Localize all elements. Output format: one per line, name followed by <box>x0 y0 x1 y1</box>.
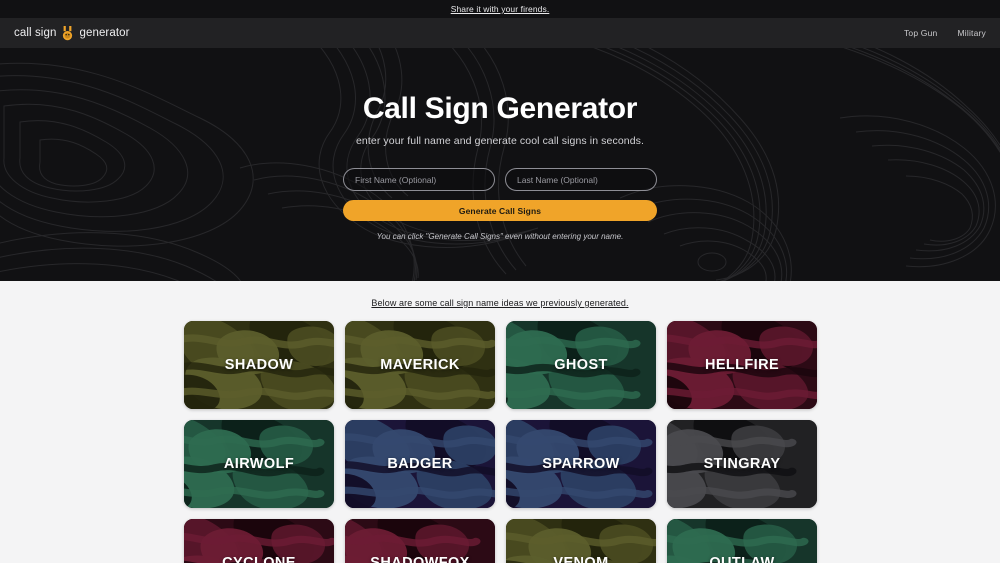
nav-item-top-gun[interactable]: Top Gun <box>904 28 938 38</box>
hero-section: Call Sign Generator enter your full name… <box>0 48 1000 281</box>
call-sign-grid: SHADOW MAVERICK GHOST HELLFIRE AIRWOLF BADGER… <box>184 321 817 563</box>
main-nav: Top Gun Military <box>904 28 986 38</box>
form-hint: You can click "Generate Call Signs" even… <box>376 232 624 241</box>
call-sign-label: HELLFIRE <box>704 357 780 373</box>
call-sign-label: VENOM <box>553 555 609 563</box>
logo-word-right: generator <box>79 27 130 39</box>
hero-subtitle: enter your full name and generate cool c… <box>355 135 644 147</box>
announcement-bar: Share it with your firends. <box>0 0 1000 18</box>
site-header: call sign generator Top Gun Military <box>0 18 1000 48</box>
call-sign-label: AIRWOLF <box>223 456 295 472</box>
page-title: Call Sign Generator <box>362 92 638 125</box>
call-sign-card[interactable]: BADGER <box>345 420 495 508</box>
call-sign-label: MAVERICK <box>380 357 460 373</box>
call-sign-card[interactable]: GHOST <box>506 321 656 409</box>
page-root: Share it with your firends. call sign ge… <box>0 0 1000 563</box>
generate-call-signs-button[interactable]: Generate Call Signs <box>343 200 657 221</box>
ideas-heading: Below are some call sign name ideas we p… <box>371 298 629 308</box>
call-sign-card[interactable]: AIRWOLF <box>184 420 334 508</box>
call-sign-label: SHADOW <box>224 357 294 373</box>
share-link[interactable]: Share it with your firends. <box>451 4 550 14</box>
call-sign-label: BADGER <box>387 456 453 472</box>
ideas-section: Below are some call sign name ideas we p… <box>0 281 1000 563</box>
call-sign-label: GHOST <box>554 357 608 373</box>
logo-word-left: call sign <box>14 27 57 39</box>
call-sign-card[interactable]: SPARROW <box>506 420 656 508</box>
call-sign-card[interactable]: CYCLONE <box>184 519 334 563</box>
nav-item-military[interactable]: Military <box>957 28 986 38</box>
medal-icon <box>61 25 74 41</box>
call-sign-label: OUTLAW <box>709 555 775 563</box>
call-sign-card[interactable]: HELLFIRE <box>667 321 817 409</box>
call-sign-card[interactable]: VENOM <box>506 519 656 563</box>
call-sign-label: SHADOWFOX <box>370 555 470 563</box>
call-sign-card[interactable]: SHADOW <box>184 321 334 409</box>
call-sign-card[interactable]: SHADOWFOX <box>345 519 495 563</box>
first-name-input[interactable] <box>343 168 495 191</box>
last-name-input[interactable] <box>505 168 657 191</box>
call-sign-label: CYCLONE <box>222 555 296 563</box>
call-sign-label: SPARROW <box>542 456 620 472</box>
hero-content: Call Sign Generator enter your full name… <box>0 48 1000 241</box>
call-sign-card[interactable]: MAVERICK <box>345 321 495 409</box>
logo[interactable]: call sign generator <box>14 25 130 41</box>
name-form <box>343 168 657 191</box>
call-sign-label: STINGRAY <box>703 456 781 472</box>
call-sign-card[interactable]: OUTLAW <box>667 519 817 563</box>
call-sign-card[interactable]: STINGRAY <box>667 420 817 508</box>
